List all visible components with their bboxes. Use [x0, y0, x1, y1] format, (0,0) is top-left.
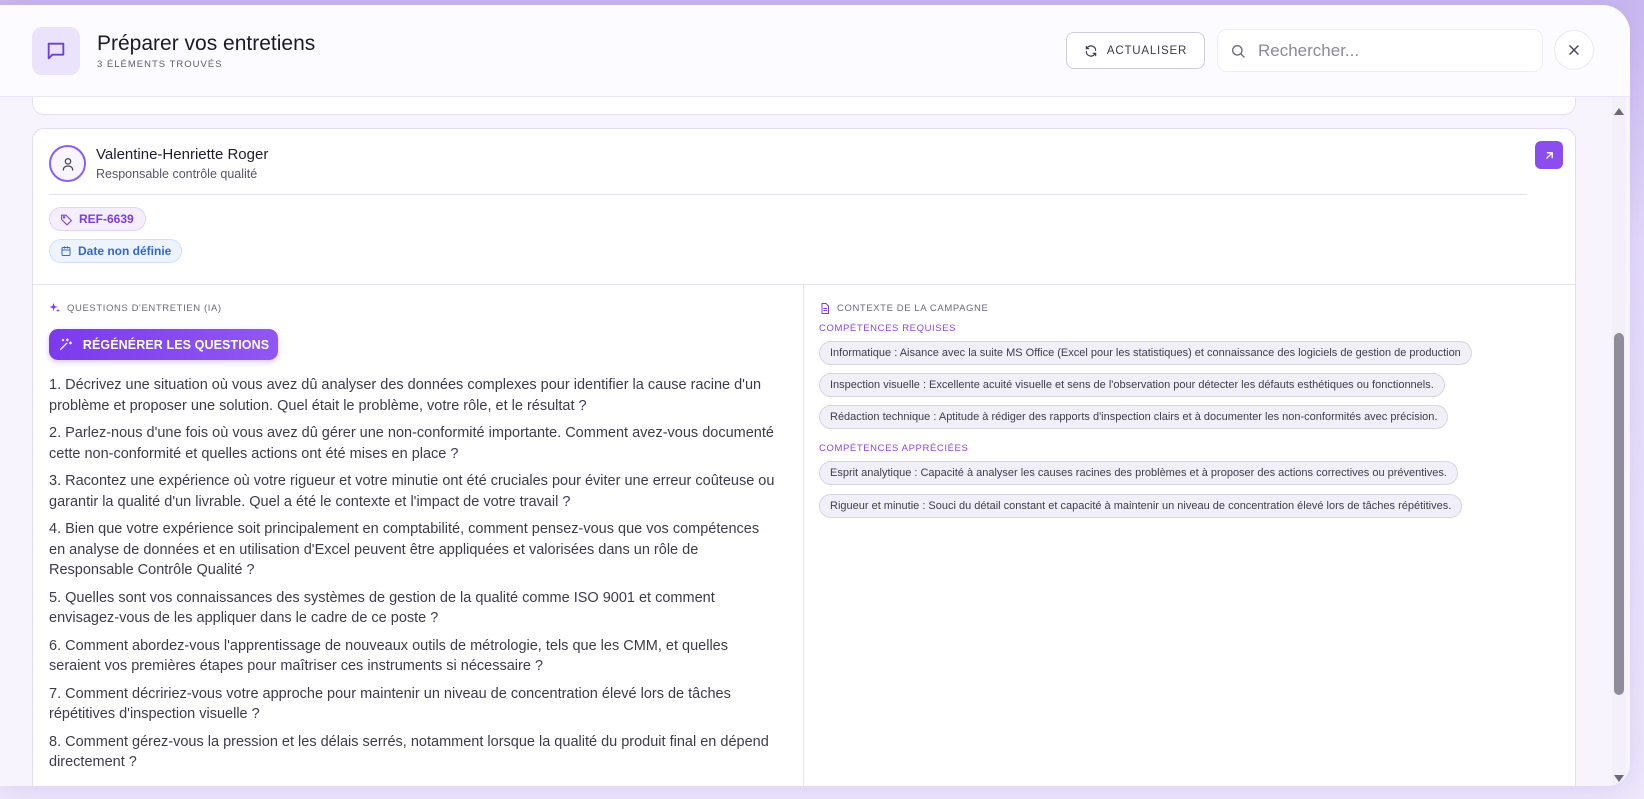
- divider: [49, 194, 1527, 195]
- modal-header: Préparer vos entretiens 3 ÉLÉMENTS TROUV…: [0, 5, 1630, 97]
- previous-card: [32, 97, 1576, 115]
- refresh-icon: [1085, 44, 1097, 57]
- open-candidate-button[interactable]: [1535, 141, 1563, 169]
- questions-list: 1. Décrivez une situation où vous avez d…: [49, 375, 779, 780]
- search-box[interactable]: [1217, 29, 1543, 72]
- question-item: 7. Comment décririez-vous votre approche…: [49, 685, 731, 723]
- context-section-label: CONTEXTE DE LA CAMPAGNE: [819, 302, 988, 315]
- questions-label-text: QUESTIONS D'ENTRETIEN (IA): [67, 302, 222, 314]
- date-badge: Date non définie: [49, 239, 183, 263]
- interview-prep-modal: Préparer vos entretiens 3 ÉLÉMENTS TROUV…: [0, 5, 1630, 786]
- question-item: 4. Bien que votre expérience soit princi…: [49, 521, 760, 578]
- appreciated-skill-chip: Rigueur et minutie : Souci du détail con…: [819, 494, 1463, 518]
- avatar: [49, 145, 86, 182]
- date-text: Date non définie: [78, 244, 172, 258]
- candidate-role: Responsable contrôle qualité: [96, 167, 258, 181]
- candidate-name: Valentine-Henriette Roger: [96, 146, 269, 163]
- appreciated-skills-label: COMPÉTENCES APPRÉCIÉES: [819, 443, 969, 454]
- chat-bubble-icon: [32, 27, 80, 75]
- question-item: 2. Parlez-nous d'une fois où vous avez d…: [49, 425, 774, 462]
- question-item: 3. Racontez une expérience où votre rigu…: [49, 473, 775, 510]
- refresh-label: ACTUALISER: [1106, 44, 1188, 57]
- question-item: 6. Comment abordez-vous l'apprentissage …: [49, 637, 728, 675]
- section-divider: [33, 284, 1575, 285]
- question-item: 5. Quelles sont vos connaissances des sy…: [49, 589, 715, 627]
- arrow-up-right-icon: [1545, 151, 1553, 159]
- question-item: 1. Décrivez une situation où vous avez d…: [49, 377, 762, 414]
- regenerate-label: RÉGÉNÉRER LES QUESTIONS: [82, 337, 270, 352]
- calendar-icon: [61, 246, 71, 256]
- question-item: 8. Comment gérez-vous la pression et les…: [49, 733, 769, 771]
- reference-badge: REF-6639: [49, 207, 146, 231]
- required-skill-chip: Informatique : Aisance avec la suite MS …: [819, 341, 1472, 365]
- document-icon: [821, 303, 829, 314]
- questions-section-label: QUESTIONS D'ENTRETIEN (IA): [49, 302, 222, 314]
- scrollbar-thumb[interactable]: [1614, 333, 1624, 695]
- context-label-text: CONTEXTE DE LA CAMPAGNE: [837, 303, 989, 314]
- required-skills-label: COMPÉTENCES REQUISES: [819, 323, 957, 334]
- scroll-up-arrow[interactable]: [1614, 108, 1624, 115]
- search-icon: [1232, 44, 1245, 58]
- scroll-down-arrow[interactable]: [1614, 775, 1624, 782]
- tag-icon: [61, 214, 72, 225]
- close-button[interactable]: [1554, 30, 1594, 70]
- magic-wand-icon: [59, 338, 72, 351]
- close-icon: [1569, 45, 1579, 55]
- reference-text: REF-6639: [79, 212, 134, 226]
- appreciated-skill-chip: Esprit analytique : Capacité à analyser …: [819, 461, 1458, 485]
- regenerate-questions-button[interactable]: RÉGÉNÉRER LES QUESTIONS: [49, 329, 278, 360]
- results-list[interactable]: Valentine-Henriette Roger Responsable co…: [0, 97, 1612, 786]
- search-input[interactable]: [1258, 40, 1518, 61]
- required-skill-chip: Rédaction technique : Aptitude à rédiger…: [819, 405, 1449, 429]
- column-divider: [803, 285, 804, 786]
- sparkles-icon: [49, 303, 60, 313]
- required-skill-chip: Inspection visuelle : Excellente acuité …: [819, 373, 1445, 397]
- refresh-button[interactable]: ACTUALISER: [1066, 32, 1205, 69]
- results-count: 3 ÉLÉMENTS TROUVÉS: [97, 59, 223, 70]
- candidate-card: Valentine-Henriette Roger Responsable co…: [32, 128, 1576, 786]
- page-title: Préparer vos entretiens: [97, 32, 316, 55]
- user-icon: [62, 157, 73, 171]
